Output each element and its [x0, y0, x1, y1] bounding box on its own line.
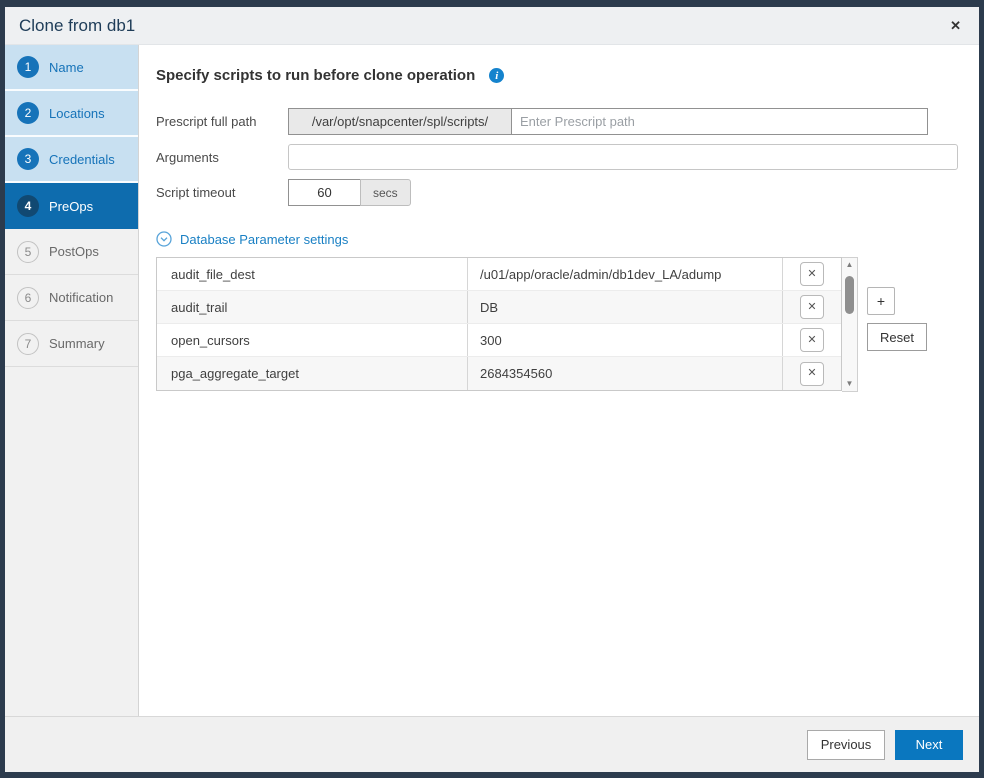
prescript-path-prefix: /var/opt/snapcenter/spl/scripts/ — [288, 108, 512, 135]
clone-wizard-dialog: Clone from db1 ✕ 1 Name 2 Locations 3 Credent… — [5, 7, 979, 772]
panel-heading-row: Specify scripts to run before clone oper… — [156, 67, 979, 84]
param-actions: + Reset — [867, 287, 927, 351]
param-action-cell: ✕ — [782, 258, 841, 290]
step-label: PreOps — [49, 199, 93, 214]
step-label: Summary — [49, 336, 105, 351]
dialog-title: Clone from db1 — [19, 16, 135, 36]
prescript-path-input[interactable] — [512, 108, 928, 135]
timeout-unit-addon: secs — [360, 179, 411, 206]
scroll-down-icon[interactable]: ▼ — [846, 380, 854, 388]
sidebar-step-locations[interactable]: 2 Locations — [5, 91, 138, 137]
db-params-table-body: audit_file_dest/u01/app/oracle/admin/db1… — [157, 258, 841, 390]
arguments-label: Arguments — [156, 150, 288, 165]
param-action-cell: ✕ — [782, 357, 841, 390]
previous-button[interactable]: Previous — [807, 730, 885, 760]
step-label: Notification — [49, 290, 113, 305]
param-value: 300 — [467, 324, 782, 356]
param-action-cell: ✕ — [782, 291, 841, 323]
scroll-up-icon[interactable]: ▲ — [846, 261, 854, 269]
param-row: open_cursors300 ✕ — [157, 324, 841, 357]
param-value: 2684354560 — [467, 357, 782, 390]
param-name: open_cursors — [157, 324, 467, 356]
step-number-badge: 5 — [17, 241, 39, 263]
scrollbar-thumb[interactable] — [845, 276, 854, 314]
param-value: DB — [467, 291, 782, 323]
sidebar-step-preops[interactable]: 4 PreOps — [5, 183, 138, 229]
dialog-body: 1 Name 2 Locations 3 Credentials 4 PreOps 5 PostO… — [5, 45, 979, 716]
next-button[interactable]: Next — [895, 730, 963, 760]
param-row: audit_file_dest/u01/app/oracle/admin/db1… — [157, 258, 841, 291]
script-timeout-row: Script timeout secs — [156, 179, 979, 206]
preops-panel: Specify scripts to run before clone oper… — [139, 45, 979, 716]
param-action-cell: ✕ — [782, 324, 841, 356]
title-bar: Clone from db1 ✕ — [5, 7, 979, 45]
table-scrollbar[interactable]: ▲ ▼ — [842, 257, 858, 392]
delete-param-button[interactable]: ✕ — [800, 328, 824, 352]
sidebar-step-postops[interactable]: 5 PostOps — [5, 229, 138, 275]
wizard-steps-list: 1 Name 2 Locations 3 Credentials 4 PreOps 5 PostO… — [5, 45, 138, 367]
delete-param-button[interactable]: ✕ — [800, 362, 824, 386]
prescript-label: Prescript full path — [156, 114, 288, 129]
sidebar-step-name[interactable]: 1 Name — [5, 45, 138, 91]
sidebar-step-credentials[interactable]: 3 Credentials — [5, 137, 138, 183]
step-number-badge: 3 — [17, 148, 39, 170]
chevron-down-circle-icon — [156, 231, 172, 247]
step-number-badge: 4 — [17, 195, 39, 217]
database-parameter-settings-toggle[interactable]: Database Parameter settings — [156, 231, 348, 247]
step-label: Name — [49, 60, 84, 75]
delete-param-button[interactable]: ✕ — [800, 262, 824, 286]
param-name: audit_file_dest — [157, 258, 467, 290]
db-params-area: audit_file_dest/u01/app/oracle/admin/db1… — [156, 257, 979, 392]
prescript-row: Prescript full path /var/opt/snapcenter/… — [156, 108, 979, 135]
step-number-badge: 6 — [17, 287, 39, 309]
delete-param-button[interactable]: ✕ — [800, 295, 824, 319]
script-timeout-label: Script timeout — [156, 185, 288, 200]
close-icon[interactable]: ✕ — [946, 16, 965, 36]
reset-params-button[interactable]: Reset — [867, 323, 927, 351]
info-icon[interactable]: i — [489, 68, 504, 83]
param-row: audit_trailDB ✕ — [157, 291, 841, 324]
db-params-table: audit_file_dest/u01/app/oracle/admin/db1… — [156, 257, 842, 391]
prescript-input-group: /var/opt/snapcenter/spl/scripts/ — [288, 108, 928, 135]
step-label: Credentials — [49, 152, 115, 167]
arguments-row: Arguments — [156, 144, 979, 170]
step-number-badge: 7 — [17, 333, 39, 355]
step-label: Locations — [49, 106, 105, 121]
script-timeout-input[interactable] — [288, 179, 361, 206]
wizard-steps-sidebar: 1 Name 2 Locations 3 Credentials 4 PreOps 5 PostO… — [5, 45, 139, 716]
step-number-badge: 2 — [17, 102, 39, 124]
add-param-button[interactable]: + — [867, 287, 895, 315]
sidebar-step-summary[interactable]: 7 Summary — [5, 321, 138, 367]
database-parameter-settings-label: Database Parameter settings — [180, 232, 348, 247]
param-name: audit_trail — [157, 291, 467, 323]
param-value: /u01/app/oracle/admin/db1dev_LA/adump — [467, 258, 782, 290]
sidebar-step-notification[interactable]: 6 Notification — [5, 275, 138, 321]
step-number-badge: 1 — [17, 56, 39, 78]
step-label: PostOps — [49, 244, 99, 259]
panel-heading: Specify scripts to run before clone oper… — [156, 67, 475, 84]
param-row: pga_aggregate_target2684354560 ✕ — [157, 357, 841, 390]
param-name: pga_aggregate_target — [157, 357, 467, 390]
arguments-input[interactable] — [288, 144, 958, 170]
window-frame: Clone from db1 ✕ 1 Name 2 Locations 3 Credent… — [0, 0, 984, 778]
wizard-footer: Previous Next — [5, 716, 979, 772]
